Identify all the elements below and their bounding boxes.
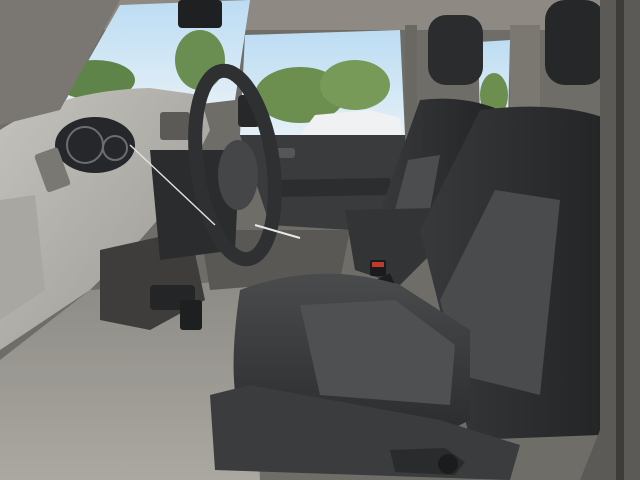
door-seal — [616, 0, 624, 480]
accelerator-pedal — [180, 300, 202, 330]
trees — [320, 60, 390, 110]
vehicle-interior-photo — [0, 0, 640, 480]
seat-recline-knob — [438, 454, 458, 474]
driver-headrest — [545, 0, 605, 85]
door-armrest — [270, 178, 392, 197]
rearview-mirror — [178, 0, 222, 28]
steering-hub — [218, 140, 258, 210]
air-vent — [160, 112, 190, 140]
seatbelt-release — [372, 262, 384, 267]
passenger-headrest — [428, 15, 483, 85]
interior-illustration — [0, 0, 640, 480]
